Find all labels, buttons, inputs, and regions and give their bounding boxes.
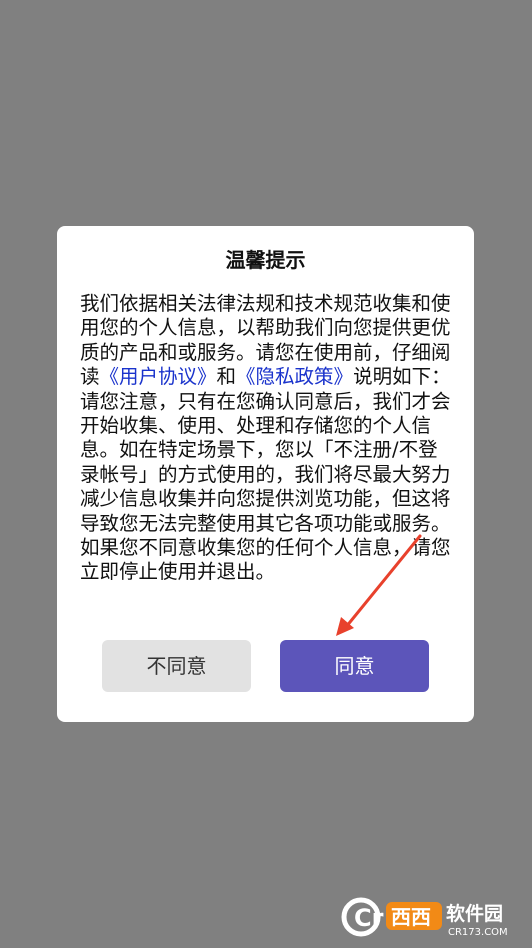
watermark-logo: Cr 西西 软件园 CR173.COM [341,897,508,938]
watermark: Cr 西西 软件园 CR173.COM [340,896,516,938]
user-agreement-link[interactable]: 《用户协议》 [100,365,217,388]
watermark-logo-text: 西西 [391,905,431,929]
watermark-brand-text: 软件园 [446,902,503,925]
dialog-body-text: 我们依据相关法律法规和技术规范收集和使用您的个人信息，以帮助我们向您提供更优质的… [80,292,452,585]
privacy-dialog: 温馨提示 我们依据相关法律法规和技术规范收集和使用您的个人信息，以帮助我们向您提… [57,226,474,722]
disagree-button[interactable]: 不同意 [102,640,251,692]
privacy-policy-link[interactable]: 《隐私政策》 [236,365,353,388]
agree-button[interactable]: 同意 [280,640,429,692]
body-text-details: 说明如下：请您注意，只有在您确认同意后，我们才会开始收集、使用、处理和存储您的个… [80,365,451,584]
body-text-conjunction: 和 [216,365,237,389]
watermark-logo-letters: Cr [354,904,384,932]
dialog-title: 温馨提示 [225,248,306,272]
watermark-domain-text: CR173.COM [448,927,508,938]
